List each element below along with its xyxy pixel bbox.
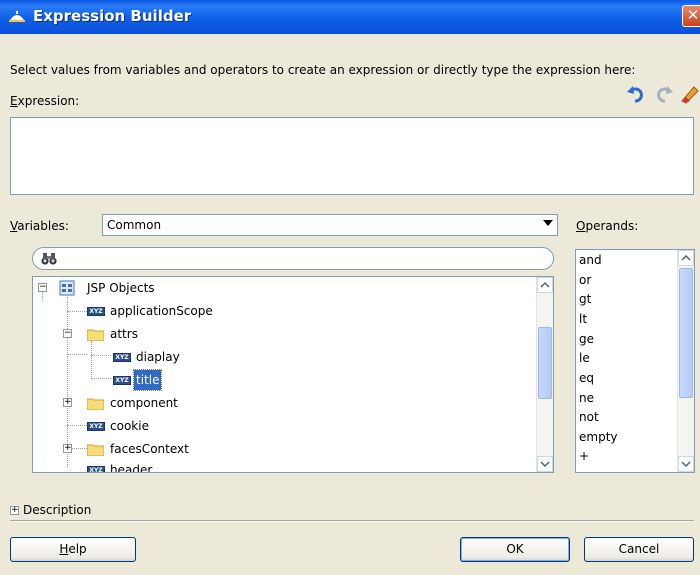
expression-builder-dialog: Expression Builder ✕ Select values from … [0, 0, 700, 575]
chevron-down-icon [540, 461, 550, 468]
tree-item-applicationscope[interactable]: XYZ applicationScope [33, 301, 533, 321]
chevron-up-icon [681, 254, 691, 261]
variables-label: Variables: [10, 219, 69, 233]
operands-label-rest: perands: [585, 219, 639, 233]
tree-scrollbar[interactable] [536, 277, 553, 472]
eraser-icon[interactable] [678, 83, 700, 105]
folder-icon [87, 329, 104, 341]
operands-label: Operands: [576, 219, 638, 233]
operands-list[interactable]: and or gt lt ge le eq ne not empty + [575, 249, 695, 473]
operand-item[interactable]: gt [579, 292, 591, 306]
help-button-mnemonic: H [59, 542, 69, 556]
tree-item-label: attrs [110, 327, 138, 341]
tree-item-label: JSP Objects [87, 281, 155, 295]
tree-item-cookie[interactable]: XYZ cookie [33, 416, 533, 436]
tree-item-attrs[interactable]: − attrs [33, 324, 533, 344]
operand-item[interactable]: eq [579, 371, 594, 385]
tree-item-header[interactable]: XYZ header [33, 460, 533, 473]
expand-icon[interactable]: + [63, 398, 72, 407]
tree-item-label: component [110, 396, 178, 410]
chevron-down-icon[interactable] [543, 220, 553, 226]
variable-icon: XYZ [87, 307, 105, 316]
expand-icon[interactable]: + [63, 444, 72, 453]
operand-item[interactable]: lt [579, 312, 587, 326]
scroll-down-button[interactable] [678, 456, 694, 472]
help-button-rest: elp [68, 542, 87, 556]
chevron-up-icon [540, 281, 550, 288]
folder-icon [87, 444, 104, 456]
operand-item[interactable]: or [579, 273, 591, 287]
tree-item-title[interactable]: XYZ title [33, 369, 533, 391]
variables-tree[interactable]: − JSP Objects XYZ applicationScope − att… [32, 276, 554, 473]
scroll-up-button[interactable] [678, 250, 694, 266]
scroll-up-button[interactable] [537, 277, 553, 293]
binoculars-icon[interactable] [41, 251, 57, 266]
variables-select[interactable]: Common [102, 214, 558, 236]
tree-item-label: applicationScope [110, 304, 213, 318]
operand-item[interactable]: ge [579, 332, 594, 346]
chevron-down-icon [681, 461, 691, 468]
divider [10, 520, 694, 522]
expand-icon[interactable]: + [10, 506, 19, 515]
collapse-icon[interactable]: − [38, 283, 47, 292]
scroll-thumb[interactable] [538, 327, 552, 399]
tree-item-label: cookie [110, 419, 149, 433]
scroll-down-button[interactable] [537, 456, 553, 472]
operand-item[interactable]: + [579, 449, 589, 463]
variable-icon: XYZ [87, 466, 105, 472]
tree-item-diaplay[interactable]: XYZ diaplay [33, 347, 533, 367]
variables-selected-value: Common [107, 218, 162, 232]
expression-toolbar [626, 83, 700, 105]
description-label: Description [23, 503, 92, 517]
variable-icon: XYZ [87, 422, 105, 431]
variables-search-field[interactable] [32, 247, 554, 270]
variable-icon: XYZ [113, 353, 131, 362]
close-button[interactable]: ✕ [682, 5, 700, 27]
app-icon [9, 11, 25, 22]
ok-button[interactable]: OK [460, 537, 570, 562]
operand-item[interactable]: empty [579, 430, 618, 444]
variables-label-rest: ariables: [17, 219, 69, 233]
tree-item-jsp-objects[interactable]: − JSP Objects [33, 278, 533, 298]
redo-icon[interactable] [652, 83, 674, 105]
folder-icon [87, 398, 104, 410]
tree-item-facescontext[interactable]: + facesContext [33, 439, 533, 459]
expression-textarea[interactable] [10, 117, 694, 195]
tree-item-label: header [110, 463, 153, 473]
collapse-icon[interactable]: − [63, 329, 72, 338]
description-toggle[interactable]: + Description [10, 503, 91, 517]
window-title: Expression Builder [33, 7, 192, 25]
tree-item-label: facesContext [110, 442, 189, 456]
title-bar[interactable]: Expression Builder ✕ [0, 0, 700, 34]
variable-icon: XYZ [113, 376, 131, 385]
expression-label: Expression: [10, 94, 79, 108]
operands-scrollbar[interactable] [677, 250, 694, 472]
help-button[interactable]: Help [10, 537, 136, 562]
expression-label-rest: xpression: [17, 94, 80, 108]
instructions-text: Select values from variables and operato… [10, 63, 636, 77]
operand-item[interactable]: ne [579, 391, 594, 405]
undo-icon[interactable] [626, 83, 648, 105]
expression-label-mnemonic: E [10, 94, 18, 108]
tree-item-label-selected: title [132, 369, 163, 391]
operand-item[interactable]: and [579, 253, 602, 267]
jsp-objects-icon [59, 280, 75, 296]
tree-item-component[interactable]: + component [33, 393, 533, 413]
scroll-thumb[interactable] [679, 268, 693, 398]
tree-item-label: diaplay [136, 350, 180, 364]
operand-item[interactable]: not [579, 410, 599, 424]
close-icon: ✕ [686, 6, 700, 24]
operand-item[interactable]: le [579, 351, 590, 365]
cancel-button[interactable]: Cancel [584, 537, 694, 562]
